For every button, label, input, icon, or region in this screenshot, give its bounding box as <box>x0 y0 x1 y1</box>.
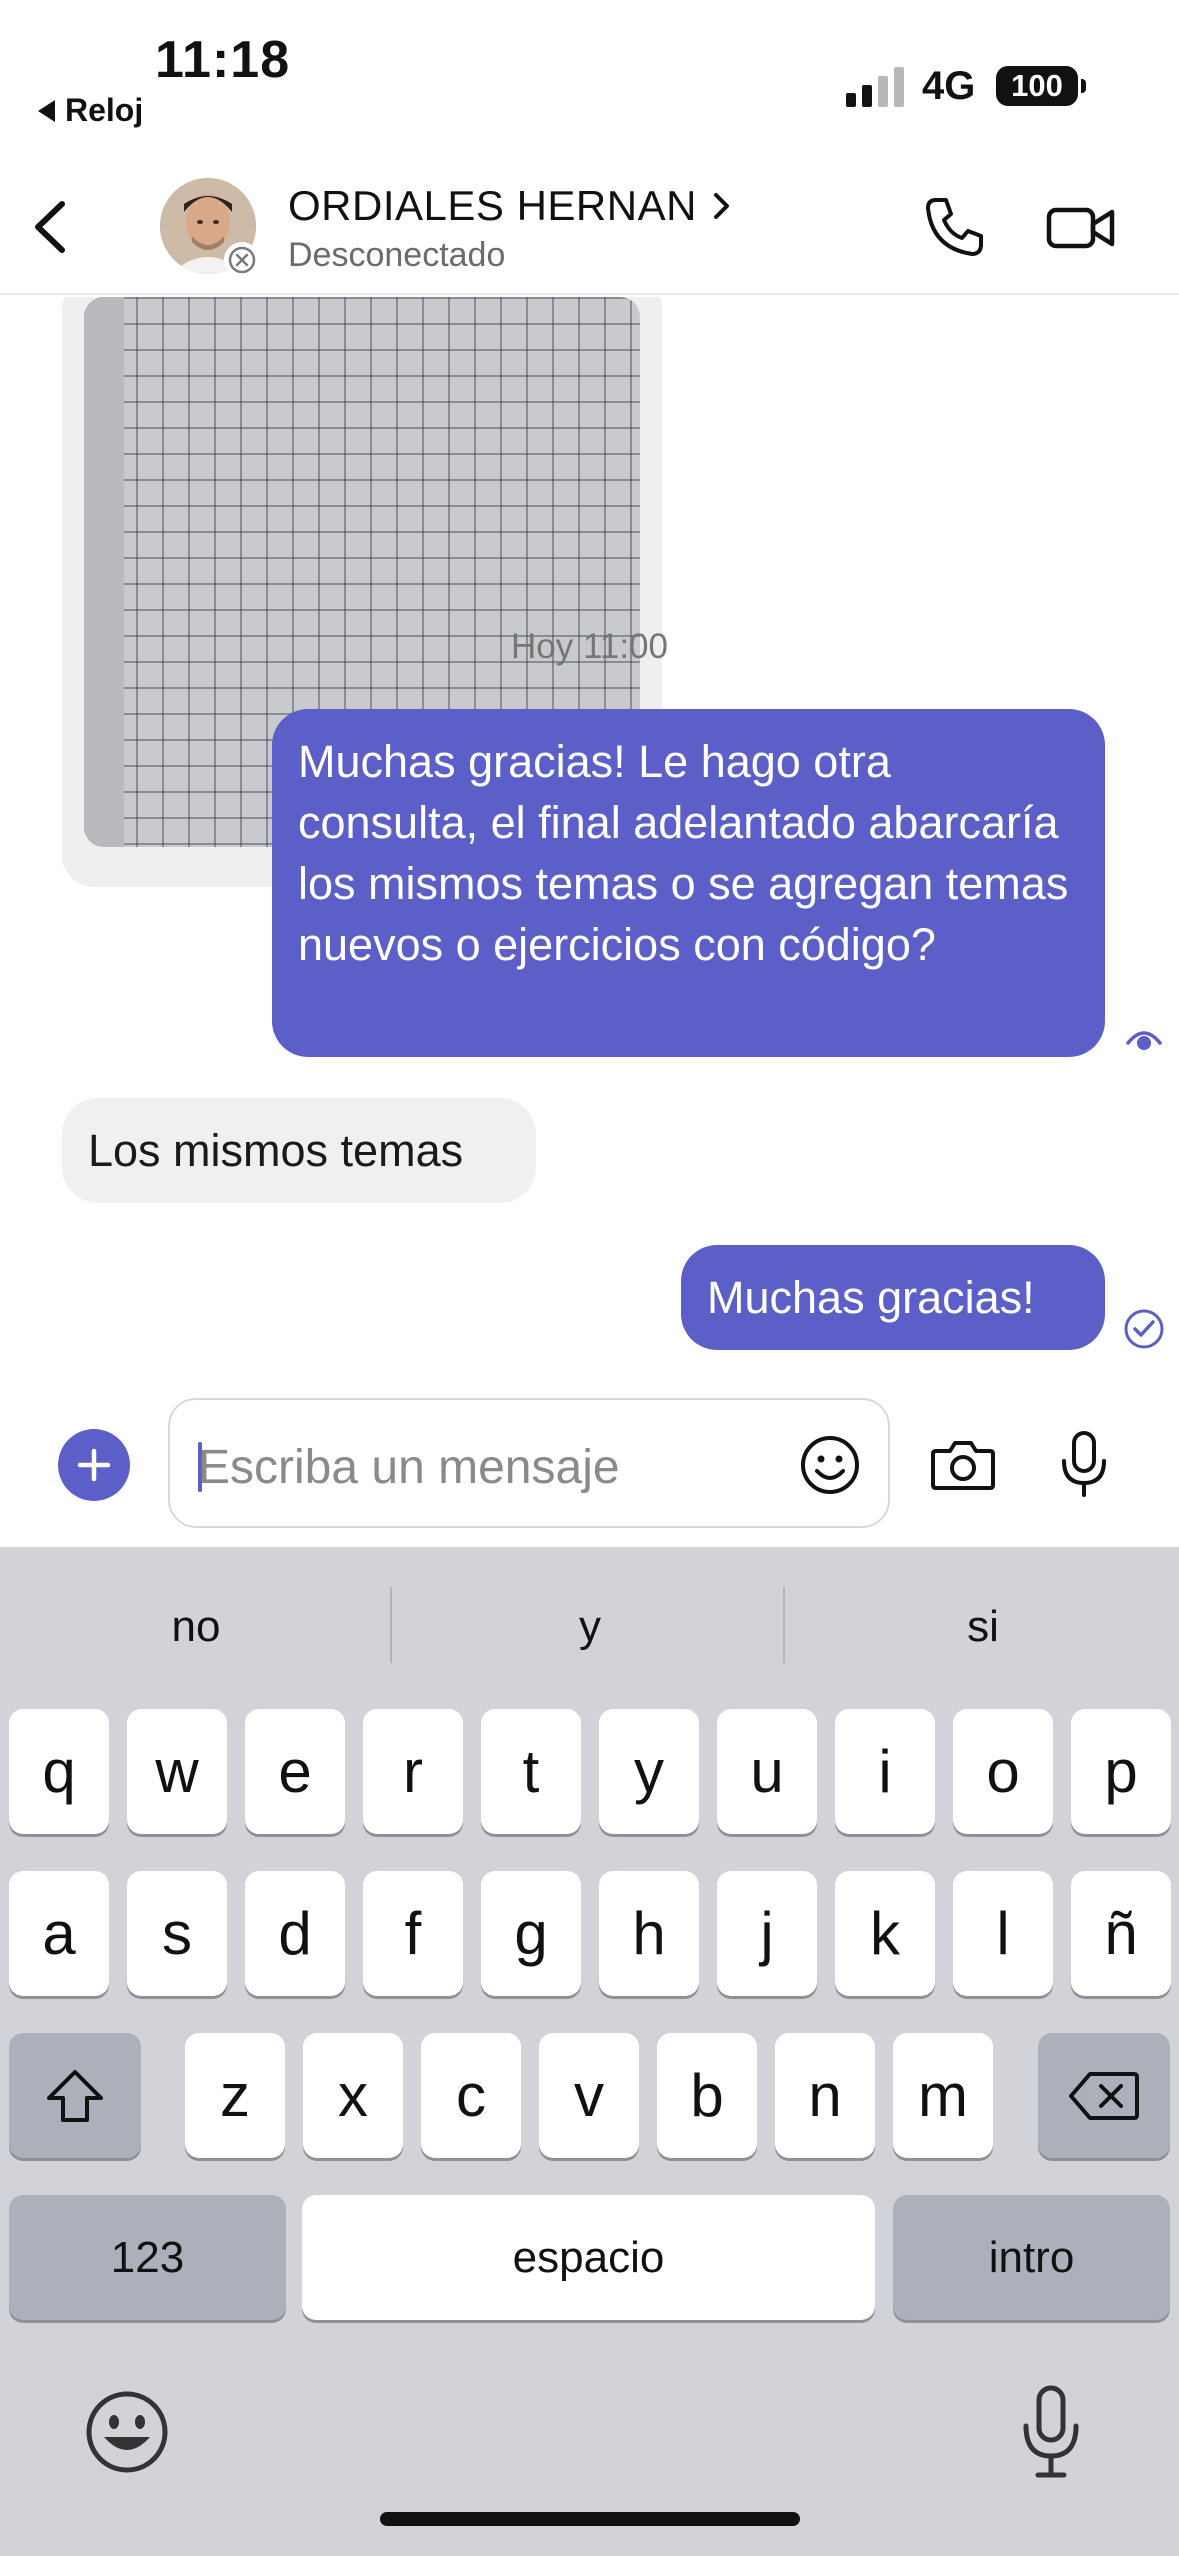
contact-name-link[interactable]: ORDIALES HERNAN <box>288 182 733 230</box>
chat-header: ORDIALES HERNAN Desconectado <box>0 160 1179 295</box>
key-l[interactable]: l <box>953 1871 1053 1996</box>
sent-check-icon <box>1124 1309 1164 1349</box>
message-input[interactable]: Escriba un mensaje <box>168 1398 890 1528</box>
plus-icon <box>77 1448 111 1482</box>
numbers-key[interactable]: 123 <box>9 2195 286 2320</box>
keyboard-emoji-icon[interactable] <box>82 2387 172 2477</box>
key-y[interactable]: y <box>599 1709 699 1834</box>
message-list[interactable]: Hoy 11:00 Muchas gracias! Le hago otra c… <box>0 297 1179 1377</box>
key-u[interactable]: u <box>717 1709 817 1834</box>
back-triangle-icon <box>38 99 55 122</box>
key-h[interactable]: h <box>599 1871 699 1996</box>
compose-bar: Escriba un mensaje <box>0 1377 1179 1547</box>
shift-key[interactable] <box>9 2033 141 2158</box>
home-indicator[interactable] <box>380 2512 800 2526</box>
return-key[interactable]: intro <box>893 2195 1170 2320</box>
key-i[interactable]: i <box>835 1709 935 1834</box>
battery-icon: 100 <box>996 66 1086 106</box>
chevron-right-icon <box>713 193 729 219</box>
video-call-icon[interactable] <box>1046 198 1116 258</box>
date-separator: Hoy 11:00 <box>511 627 668 666</box>
key-e[interactable]: e <box>245 1709 345 1834</box>
key-n[interactable]: n <box>775 2033 875 2158</box>
suggestion-item[interactable]: y <box>400 1602 780 1652</box>
key-p[interactable]: p <box>1071 1709 1171 1834</box>
incoming-message[interactable]: Los mismos temas <box>62 1098 536 1203</box>
suggestion-item[interactable]: si <box>793 1602 1173 1652</box>
key-c[interactable]: c <box>421 2033 521 2158</box>
key-v[interactable]: v <box>539 2033 639 2158</box>
backspace-icon <box>1069 2071 1139 2120</box>
contact-name: ORDIALES HERNAN <box>288 182 697 229</box>
shift-arrow-icon <box>47 2069 103 2122</box>
key-b[interactable]: b <box>657 2033 757 2158</box>
space-key[interactable]: espacio <box>302 2195 875 2320</box>
network-type: 4G <box>922 64 976 108</box>
suggestion-item[interactable]: no <box>6 1602 386 1652</box>
key-x[interactable]: x <box>303 2033 403 2158</box>
key-t[interactable]: t <box>481 1709 581 1834</box>
key-o[interactable]: o <box>953 1709 1053 1834</box>
key-f[interactable]: f <box>363 1871 463 1996</box>
contact-status: Desconectado <box>288 236 506 274</box>
key-g[interactable]: g <box>481 1871 581 1996</box>
suggestion-divider <box>783 1587 785 1663</box>
back-to-app-link[interactable]: Reloj <box>38 92 143 129</box>
seen-icon <box>1126 1031 1162 1050</box>
phone-call-icon[interactable] <box>918 192 988 262</box>
delete-key[interactable] <box>1038 2033 1170 2158</box>
camera-icon[interactable] <box>930 1435 996 1495</box>
status-bar: 11:18 Reloj 4G 100 <box>0 0 1179 160</box>
add-attachment-button[interactable] <box>58 1429 130 1501</box>
emoji-icon[interactable] <box>798 1433 862 1497</box>
outgoing-message[interactable]: Muchas gracias! Le hago otra consulta, e… <box>272 709 1105 1057</box>
key-k[interactable]: k <box>835 1871 935 1996</box>
key-q[interactable]: q <box>9 1709 109 1834</box>
back-app-label: Reloj <box>65 92 144 128</box>
back-arrow-icon[interactable] <box>18 192 88 262</box>
offline-status-icon <box>224 242 260 278</box>
predictive-bar: no y si <box>0 1547 1179 1707</box>
keyboard: no y si q w e r t y u i o p a s d f g h … <box>0 1547 1179 2556</box>
key-z[interactable]: z <box>185 2033 285 2158</box>
key-d[interactable]: d <box>245 1871 345 1996</box>
message-placeholder: Escriba un mensaje <box>198 1441 620 1494</box>
status-time: 11:18 <box>155 31 291 89</box>
key-a[interactable]: a <box>9 1871 109 1996</box>
dictation-mic-icon[interactable] <box>1016 2382 1086 2482</box>
key-w[interactable]: w <box>127 1709 227 1834</box>
key-s[interactable]: s <box>127 1871 227 1996</box>
cellular-signal-icon <box>846 67 904 107</box>
microphone-icon[interactable] <box>1054 1429 1114 1499</box>
key-j[interactable]: j <box>717 1871 817 1996</box>
outgoing-message[interactable]: Muchas gracias! <box>681 1245 1105 1350</box>
key-enye[interactable]: ñ <box>1071 1871 1171 1996</box>
suggestion-divider <box>390 1587 392 1663</box>
key-r[interactable]: r <box>363 1709 463 1834</box>
key-m[interactable]: m <box>893 2033 993 2158</box>
